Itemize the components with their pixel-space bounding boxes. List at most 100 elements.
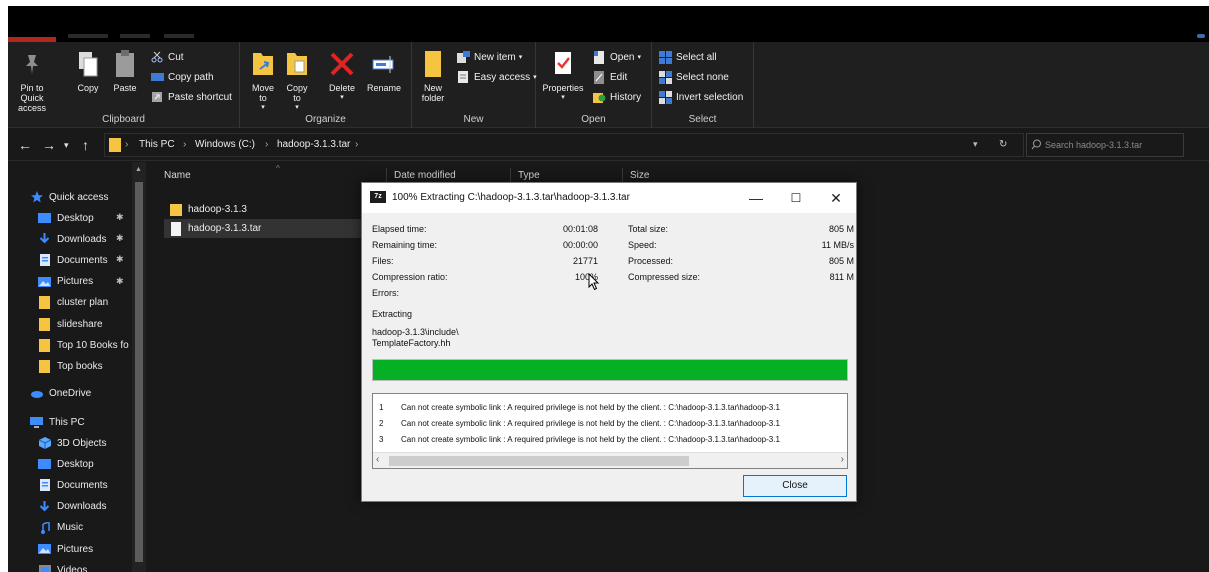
log-row[interactable]: 1 Can not create symbolic link : A requir…: [379, 400, 780, 414]
extraction-progress-bar: [372, 359, 848, 381]
crumb-separator-icon: ›: [265, 139, 269, 150]
open-button[interactable]: Open ▾: [592, 48, 641, 66]
nav-item-desktop[interactable]: Desktop: [38, 209, 94, 227]
copy-to-button[interactable]: Copy to ▾: [282, 48, 312, 113]
crumb-hadoop-tar[interactable]: hadoop-3.1.3.tar: [277, 139, 350, 150]
crumb-this-pc[interactable]: This PC: [139, 139, 175, 150]
nav-pane-scrollbar[interactable]: ▲: [132, 162, 146, 572]
minimize-icon[interactable]: —: [736, 187, 776, 209]
document-icon: [38, 479, 51, 492]
scrollbar-thumb[interactable]: [135, 182, 143, 562]
column-header-type[interactable]: Type: [518, 170, 540, 181]
nav-item-slideshare[interactable]: slideshare: [38, 315, 103, 333]
address-dropdown-icon[interactable]: ▾: [973, 139, 978, 150]
maximize-icon[interactable]: ☐: [776, 187, 816, 209]
nav-quick-access[interactable]: Quick access: [30, 188, 108, 206]
copy-to-icon: [284, 48, 310, 80]
search-input[interactable]: [1045, 137, 1180, 153]
column-header-size[interactable]: Size: [630, 170, 649, 181]
file-row[interactable]: hadoop-3.1.3: [164, 200, 384, 219]
pin-label: Pin to Quick access: [17, 83, 46, 113]
nav-onedrive[interactable]: OneDrive: [30, 384, 91, 402]
nav-item-downloads[interactable]: Downloads: [38, 498, 106, 516]
nav-this-pc[interactable]: This PC: [30, 413, 85, 431]
back-arrow-icon[interactable]: ←: [18, 137, 32, 153]
nav-item-cluster-plan[interactable]: cluster plan: [38, 294, 108, 312]
close-button[interactable]: Close: [743, 475, 847, 497]
nav-item-desktop[interactable]: Desktop: [38, 455, 94, 473]
select-group-label: Select: [688, 114, 717, 125]
paste-shortcut-button[interactable]: Paste shortcut: [150, 88, 232, 106]
nav-item-music[interactable]: Music: [38, 519, 83, 537]
easy-access-button[interactable]: Easy access ▾: [456, 68, 537, 86]
cube-icon: [38, 437, 51, 449]
new-item-button[interactable]: New item ▾: [456, 48, 522, 66]
dialog-title-bar[interactable]: 7z 100% Extracting C:\hadoop-3.1.3.tar\h…: [362, 183, 856, 213]
nav-item-pictures[interactable]: Pictures: [38, 273, 93, 291]
computer-icon: [30, 416, 43, 428]
ribbon-tab[interactable]: [68, 34, 108, 38]
ribbon: Pin to Quick access Copy Paste Cut Copy …: [8, 42, 1209, 128]
delete-button[interactable]: Delete ▾: [324, 48, 360, 103]
scroll-right-icon[interactable]: ›: [841, 454, 844, 465]
paste-shortcut-icon: [150, 90, 164, 104]
cut-button[interactable]: Cut: [150, 48, 184, 66]
recent-locations-icon[interactable]: ▾: [64, 140, 69, 151]
nav-label: cluster plan: [57, 297, 109, 309]
nav-label: OneDrive: [49, 387, 92, 399]
star-icon: [30, 191, 43, 203]
log-row[interactable]: 3 Can not create symbolic link : A requir…: [379, 432, 780, 446]
column-header-date[interactable]: Date modified: [394, 170, 456, 181]
nav-item-downloads[interactable]: Downloads: [38, 230, 106, 248]
column-header-name[interactable]: Name: [164, 170, 191, 181]
file-row-selected[interactable]: hadoop-3.1.3.tar: [164, 219, 384, 238]
invert-selection-button[interactable]: Invert selection: [658, 88, 743, 106]
nav-item-top-books[interactable]: Top books: [38, 357, 103, 375]
extraction-dialog: 7z 100% Extracting C:\hadoop-3.1.3.tar\h…: [361, 182, 857, 502]
rename-button[interactable]: Rename: [364, 48, 404, 93]
nav-item-documents[interactable]: Documents: [38, 251, 108, 269]
invert-selection-label: Invert selection: [676, 91, 744, 103]
dropdown-caret-icon: ▾: [518, 54, 523, 61]
close-icon[interactable]: ✕: [816, 187, 856, 209]
stat-value: 21771: [572, 256, 598, 266]
paste-button[interactable]: Paste: [110, 48, 140, 93]
nav-item-videos[interactable]: Videos: [38, 561, 87, 572]
ribbon-tab[interactable]: [120, 34, 150, 38]
file-icon: [171, 221, 181, 236]
select-none-label: Select none: [676, 71, 729, 83]
select-all-button[interactable]: Select all: [658, 48, 717, 66]
nav-item-3d-objects[interactable]: 3D Objects: [38, 434, 106, 452]
pin-to-quick-access-button[interactable]: Pin to Quick access: [12, 48, 52, 113]
move-to-button[interactable]: Move to ▾: [248, 48, 278, 113]
log-horizontal-scrollbar[interactable]: ‹ ›: [373, 452, 847, 468]
nav-item-top-10-books-fo[interactable]: Top 10 Books fo: [38, 336, 129, 354]
scroll-left-icon[interactable]: ‹: [376, 454, 379, 465]
new-folder-button[interactable]: New folder: [416, 48, 450, 103]
nav-item-documents[interactable]: Documents: [38, 476, 108, 494]
crumb-windows-c[interactable]: Windows (C:): [195, 139, 255, 150]
select-none-button[interactable]: Select none: [658, 68, 729, 86]
copy-button[interactable]: Copy: [74, 48, 102, 93]
address-bar: ← → ▾ ↑ › This PC › Windows (C:) › hadoo…: [8, 129, 1209, 161]
refresh-icon[interactable]: ↻: [999, 139, 1007, 150]
scroll-up-icon[interactable]: ▲: [135, 166, 142, 173]
search-box[interactable]: [1026, 133, 1184, 157]
history-button[interactable]: History: [592, 88, 641, 106]
edit-button[interactable]: Edit: [592, 68, 627, 86]
nav-item-pictures[interactable]: Pictures: [38, 540, 93, 558]
stat-value: 805 M: [828, 256, 854, 266]
open-group-label: Open: [581, 114, 606, 125]
ribbon-tab[interactable]: [164, 34, 194, 38]
log-row[interactable]: 2 Can not create symbolic link : A requir…: [379, 416, 780, 430]
error-log-list[interactable]: 1 Can not create symbolic link : A requir…: [372, 393, 848, 469]
copy-path-button[interactable]: Copy path: [150, 68, 214, 86]
forward-arrow-icon[interactable]: →: [42, 137, 56, 153]
up-arrow-icon[interactable]: ↑: [82, 137, 89, 153]
address-path[interactable]: › This PC › Windows (C:) › hadoop-3.1.3.…: [104, 133, 1024, 157]
scrollbar-thumb[interactable]: [389, 456, 689, 466]
properties-button[interactable]: Properties ▾: [538, 48, 588, 103]
pin-icon: [19, 48, 45, 80]
move-to-icon: [250, 48, 276, 80]
ribbon-expand-icon[interactable]: [1197, 34, 1205, 38]
